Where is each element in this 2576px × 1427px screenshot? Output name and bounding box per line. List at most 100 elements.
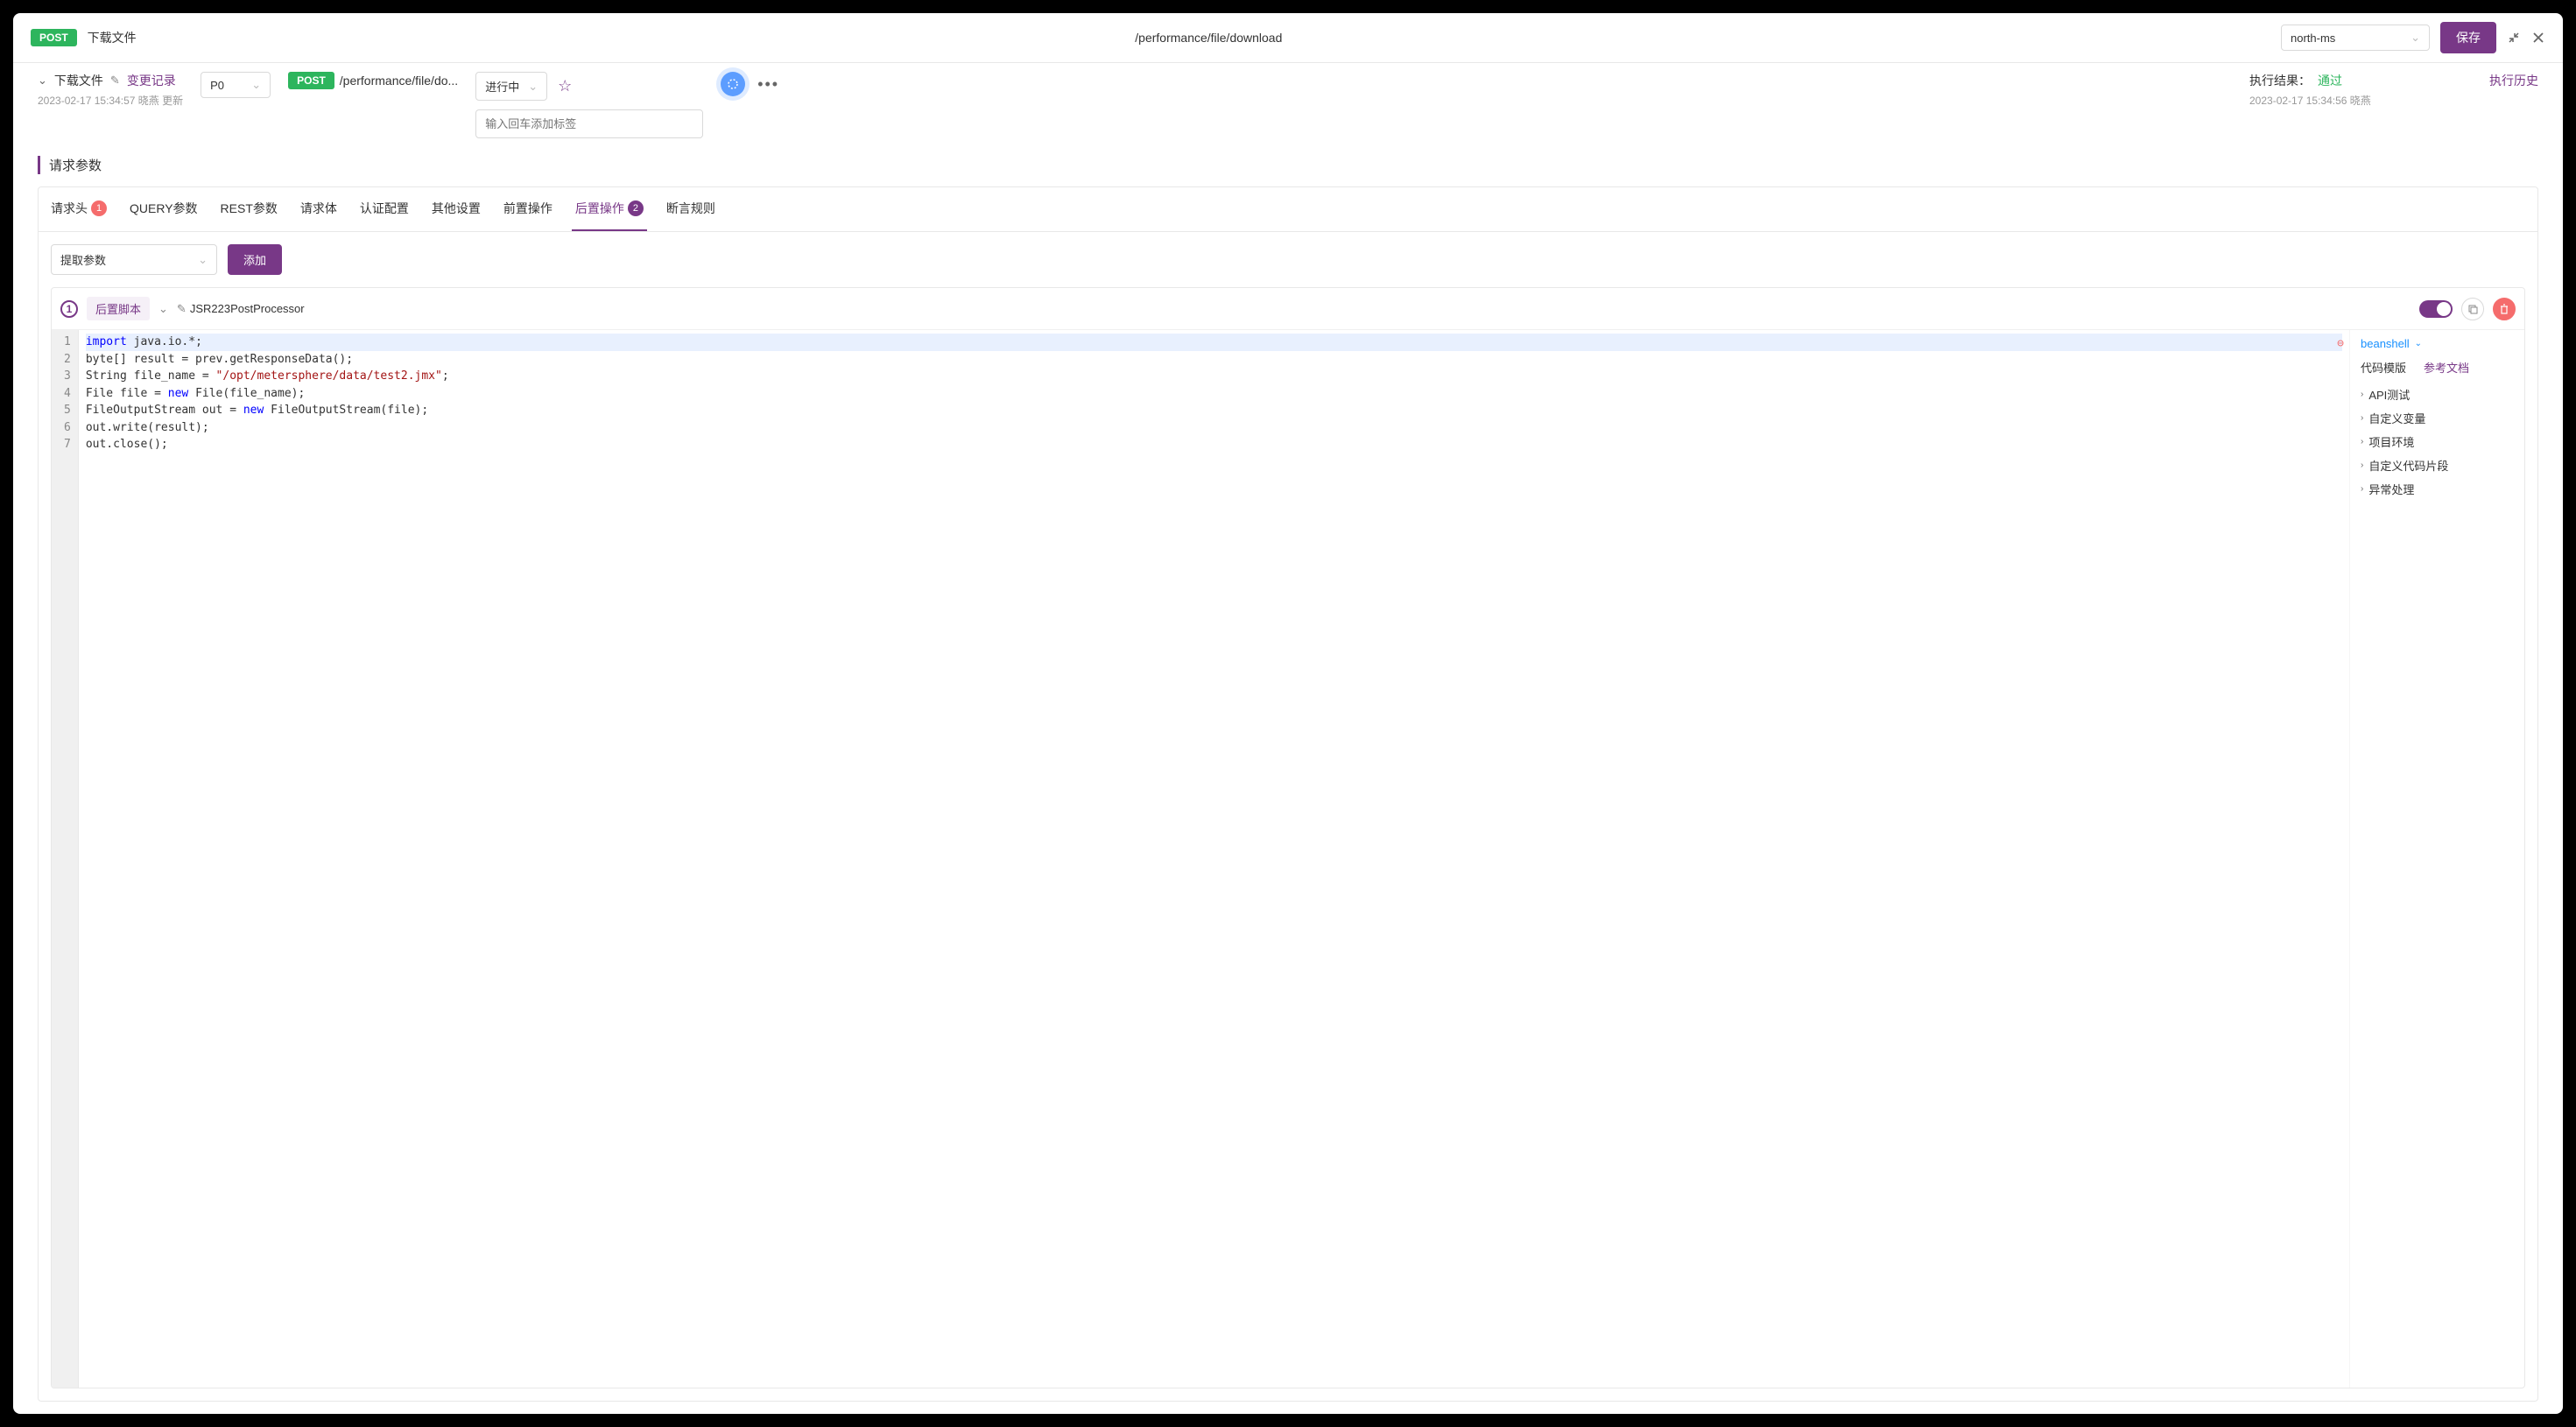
chevron-down-icon[interactable]: ⌄ bbox=[158, 302, 168, 316]
result-label: 执行结果： bbox=[2249, 72, 2311, 89]
tab-其他设置[interactable]: 其他设置 bbox=[428, 187, 484, 231]
line-gutter: 1234567 bbox=[52, 330, 79, 1388]
close-icon[interactable] bbox=[2531, 31, 2545, 45]
chevron-right-icon: › bbox=[2361, 460, 2363, 470]
tree-item[interactable]: › 异常处理 bbox=[2361, 477, 2514, 501]
sub-center: 进行中 ⌄ ☆ bbox=[475, 72, 703, 138]
tree-item[interactable]: › API测试 bbox=[2361, 383, 2514, 406]
save-button[interactable]: 保存 bbox=[2440, 22, 2496, 53]
result-value: 通过 bbox=[2318, 72, 2342, 89]
tab-认证配置[interactable]: 认证配置 bbox=[356, 187, 412, 231]
tabs: 请求头1 QUERY参数 REST参数 请求体 认证配置 其他设置 前置操作 后置操作2 断言规… bbox=[39, 187, 2537, 232]
tag-input[interactable] bbox=[475, 109, 703, 138]
section-title: 请求参数 bbox=[38, 156, 2538, 174]
api-name: 下载文件 bbox=[54, 72, 103, 89]
tab-label: 断言规则 bbox=[666, 200, 715, 217]
step-number: 1 bbox=[60, 300, 78, 318]
chevron-right-icon: › bbox=[2361, 390, 2363, 399]
change-log-link[interactable]: 变更记录 bbox=[127, 72, 176, 89]
tab-前置操作[interactable]: 前置操作 bbox=[500, 187, 556, 231]
edit-icon[interactable]: ✎ bbox=[110, 74, 120, 88]
script-block: 1 后置脚本 ⌄ ✎ JSR223PostProcessor bbox=[51, 287, 2525, 1388]
collapse-code-icon[interactable]: ⊖ bbox=[2337, 335, 2344, 353]
tab-请求体[interactable]: 请求体 bbox=[297, 187, 341, 231]
tab-label: 其他设置 bbox=[432, 200, 481, 217]
tab-content-post-action: 提取参数 ⌄ 添加 1 后置脚本 ⌄ ✎ JSR223PostProcessor bbox=[39, 232, 2537, 1401]
env-select-value: north-ms bbox=[2291, 32, 2335, 45]
code-lines[interactable]: import java.io.*;byte[] result = prev.ge… bbox=[79, 330, 2349, 1388]
topbar: POST 下载文件 /performance/file/download nor… bbox=[13, 13, 2563, 63]
tree-item-label: 项目环境 bbox=[2368, 433, 2414, 450]
copy-button[interactable] bbox=[2461, 298, 2484, 320]
chevron-down-icon: ⌄ bbox=[198, 253, 208, 267]
tab-label: 请求体 bbox=[300, 200, 337, 217]
status-select[interactable]: 进行中 ⌄ bbox=[475, 72, 547, 101]
enable-toggle[interactable] bbox=[2419, 300, 2453, 318]
collapse-icon[interactable] bbox=[2507, 31, 2521, 45]
chevron-down-icon: ⌄ bbox=[2411, 31, 2420, 45]
chevron-right-icon: › bbox=[2361, 484, 2363, 494]
sub-left: ⌄ 下载文件 ✎ 变更记录 2023-02-17 15:34:57 晓燕 更新 bbox=[38, 72, 183, 108]
chevron-down-icon: ⌄ bbox=[251, 78, 261, 92]
script-side-panel: beanshell ⌄ 代码模版 参考文档 ›API测试›自定义变量›项目环境›… bbox=[2349, 330, 2524, 1388]
language-value: beanshell bbox=[2361, 337, 2410, 350]
app-window: POST 下载文件 /performance/file/download nor… bbox=[13, 13, 2563, 1414]
tab-badge: 1 bbox=[91, 200, 107, 216]
chevron-right-icon: › bbox=[2361, 437, 2363, 446]
tree-item-label: 异常处理 bbox=[2368, 481, 2414, 497]
method-tag: POST bbox=[31, 29, 77, 46]
tab-后置操作[interactable]: 后置操作2 bbox=[572, 187, 647, 231]
history-link[interactable]: 执行历史 bbox=[2489, 72, 2538, 89]
chevron-right-icon: › bbox=[2361, 413, 2363, 423]
extract-placeholder: 提取参数 bbox=[60, 251, 106, 268]
tab-badge: 2 bbox=[628, 200, 644, 216]
edit-icon[interactable]: ✎ bbox=[177, 302, 187, 316]
chevron-down-icon: ⌄ bbox=[528, 80, 538, 94]
tab-label: 认证配置 bbox=[360, 200, 409, 217]
tree-item-label: 自定义变量 bbox=[2368, 410, 2425, 426]
ref-doc-link[interactable]: 参考文档 bbox=[2424, 359, 2469, 376]
tab-label: QUERY参数 bbox=[130, 200, 198, 217]
add-button[interactable]: 添加 bbox=[228, 244, 282, 275]
tab-请求头[interactable]: 请求头1 bbox=[47, 187, 110, 231]
update-meta: 2023-02-17 15:34:57 晓燕 更新 bbox=[38, 93, 183, 108]
tree-item-label: API测试 bbox=[2368, 386, 2410, 403]
tab-label: 请求头 bbox=[51, 200, 88, 217]
env-select[interactable]: north-ms ⌄ bbox=[2281, 25, 2430, 51]
tab-label: 前置操作 bbox=[503, 200, 553, 217]
script-type-tag: 后置脚本 bbox=[87, 297, 150, 320]
script-header: 1 后置脚本 ⌄ ✎ JSR223PostProcessor bbox=[52, 288, 2524, 330]
template-tree: › API测试 › 自定义变量 › 项目环境 › 自定义代码片段 › 异常处理 bbox=[2361, 383, 2514, 501]
run-button[interactable] bbox=[721, 72, 745, 96]
tree-item-label: 自定义代码片段 bbox=[2368, 457, 2448, 474]
sub-right: 执行结果： 通过 执行历史 2023-02-17 15:34:56 晓燕 bbox=[2249, 72, 2538, 108]
subheader: ⌄ 下载文件 ✎ 变更记录 2023-02-17 15:34:57 晓燕 更新 … bbox=[13, 63, 2563, 147]
tree-item[interactable]: › 项目环境 bbox=[2361, 430, 2514, 453]
tree-item[interactable]: › 自定义变量 bbox=[2361, 406, 2514, 430]
result-meta: 2023-02-17 15:34:56 晓燕 bbox=[2249, 93, 2371, 108]
topbar-title: 下载文件 bbox=[88, 29, 137, 46]
code-editor[interactable]: 1234567 import java.io.*;byte[] result =… bbox=[52, 330, 2349, 1388]
tab-REST参数[interactable]: REST参数 bbox=[217, 187, 281, 231]
delete-button[interactable] bbox=[2493, 298, 2516, 320]
tree-item[interactable]: › 自定义代码片段 bbox=[2361, 453, 2514, 477]
chevron-down-icon: ⌄ bbox=[2415, 339, 2422, 348]
priority-value: P0 bbox=[210, 79, 224, 92]
processor-name-text: JSR223PostProcessor bbox=[190, 302, 305, 315]
more-icon[interactable]: ••• bbox=[757, 75, 779, 94]
status-value: 进行中 bbox=[485, 78, 519, 95]
tab-QUERY参数[interactable]: QUERY参数 bbox=[126, 187, 201, 231]
path-truncated: /performance/file/do... bbox=[340, 74, 458, 88]
priority-select[interactable]: P0 ⌄ bbox=[201, 72, 271, 98]
extract-param-select[interactable]: 提取参数 ⌄ bbox=[51, 244, 217, 275]
chevron-down-icon[interactable]: ⌄ bbox=[38, 74, 47, 88]
editor-area: 1234567 import java.io.*;byte[] result =… bbox=[52, 330, 2524, 1388]
processor-name: ✎ JSR223PostProcessor bbox=[177, 302, 305, 316]
code-template-label: 代码模版 bbox=[2361, 359, 2406, 376]
method-tag-sub: POST bbox=[288, 72, 334, 89]
star-icon[interactable]: ☆ bbox=[558, 77, 572, 95]
language-select[interactable]: beanshell ⌄ bbox=[2361, 337, 2514, 350]
tab-label: 后置操作 bbox=[575, 200, 624, 217]
topbar-path: /performance/file/download bbox=[147, 31, 2270, 45]
tab-断言规则[interactable]: 断言规则 bbox=[663, 187, 719, 231]
